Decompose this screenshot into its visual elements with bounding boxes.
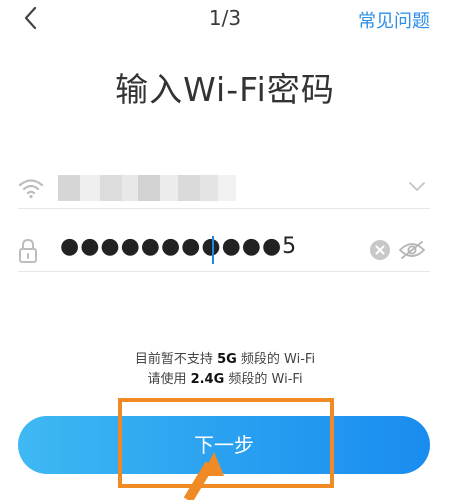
text-cursor bbox=[212, 236, 214, 264]
page-title: 输入Wi-Fi密码 bbox=[115, 70, 335, 109]
band-notice: 目前暂不支持 5G 频段的 Wi-Fi 请使用 2.4G 频段的 Wi-Fi bbox=[0, 350, 450, 390]
wifi-icon bbox=[18, 179, 44, 199]
top-bar: 1/3 常见问题 bbox=[0, 0, 450, 40]
password-field[interactable]: ●●●●●●●●●●●5 bbox=[18, 228, 430, 272]
divider bbox=[18, 271, 430, 272]
wifi-name-field[interactable] bbox=[18, 165, 430, 209]
faq-link[interactable]: 常见问题 bbox=[358, 7, 430, 33]
chevron-down-icon[interactable] bbox=[408, 181, 426, 193]
pointer-arrow-icon bbox=[183, 452, 224, 500]
password-input[interactable]: ●●●●●●●●●●●5 bbox=[60, 234, 297, 259]
eye-off-icon[interactable] bbox=[398, 240, 426, 260]
lock-icon bbox=[19, 238, 37, 263]
clear-icon bbox=[375, 245, 385, 255]
divider bbox=[18, 208, 430, 209]
clear-button[interactable] bbox=[370, 240, 390, 260]
notice-line-2: 请使用 2.4G 频段的 Wi-Fi bbox=[147, 372, 303, 387]
notice-line-1: 目前暂不支持 5G 频段的 Wi-Fi bbox=[134, 352, 316, 367]
